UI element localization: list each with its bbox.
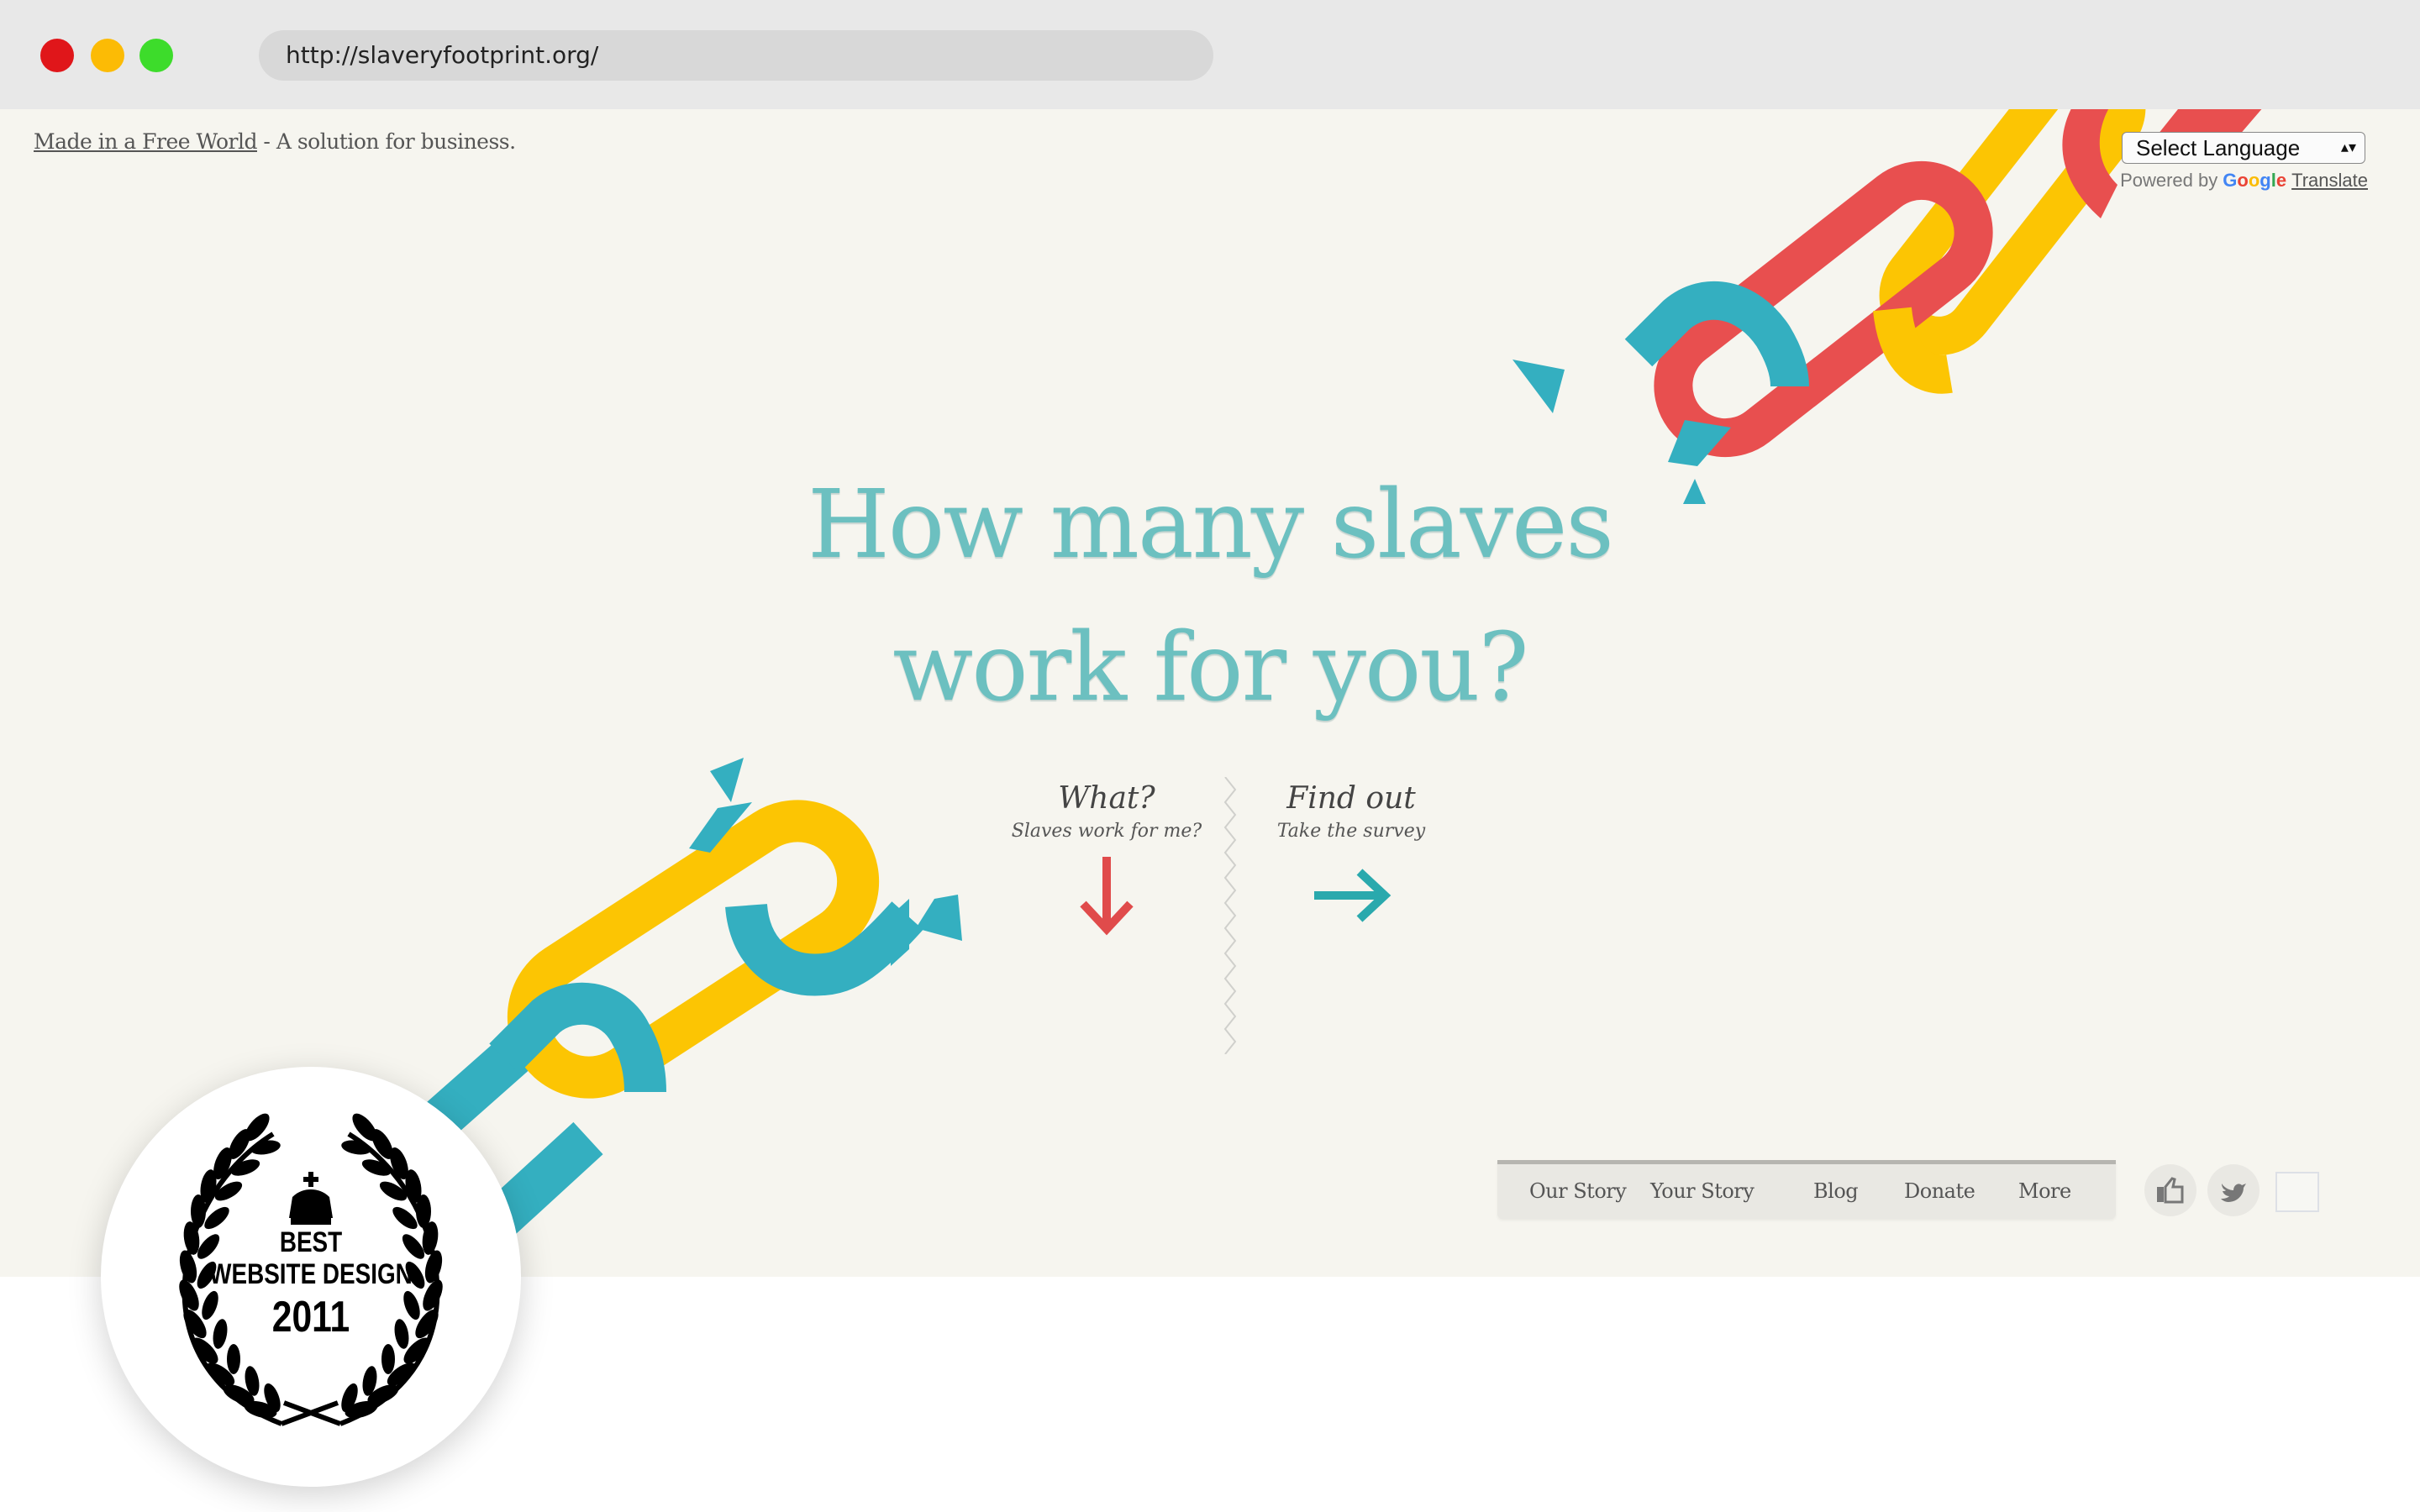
- find-out-subtitle: Take the survey: [1276, 821, 1426, 842]
- chain-shard-6: [916, 895, 962, 941]
- twitter-bird-icon: [2221, 1184, 2246, 1202]
- award-badge: BEST WEBSITE DESIGN 2011: [101, 1067, 521, 1487]
- chain-shard-1: [1512, 360, 1565, 413]
- share-count-box: [2275, 1172, 2319, 1212]
- arrow-down-icon[interactable]: [1073, 853, 1140, 937]
- translate-link[interactable]: Translate: [2291, 170, 2368, 191]
- made-in-free-world-link[interactable]: Made in a Free World: [34, 129, 257, 154]
- headline-line-1: How many slaves: [808, 470, 1614, 580]
- badge-line-2: WEBSITE DESIGN: [209, 1258, 413, 1290]
- find-out-title: Find out: [1286, 781, 1416, 816]
- nav-blog[interactable]: Blog: [1813, 1164, 1859, 1218]
- badge-line-1: BEST: [279, 1226, 343, 1258]
- address-bar[interactable]: http://slaveryfootprint.org/: [259, 30, 1213, 81]
- nav-donate[interactable]: Donate: [1904, 1164, 1975, 1218]
- find-out-cta[interactable]: Find out Take the survey: [1225, 781, 1477, 937]
- tagline-text: - A solution for business.: [256, 129, 516, 154]
- language-select-label: Select Language: [2136, 135, 2301, 160]
- what-subtitle: Slaves work for me?: [1011, 821, 1202, 842]
- google-logo: Google: [2223, 170, 2287, 191]
- nav-more[interactable]: More: [2018, 1164, 2071, 1218]
- tagline: Made in a Free World - A solution for bu…: [34, 129, 516, 154]
- chain-shard-5: [710, 758, 744, 802]
- language-select[interactable]: Select Language ▴▾: [2122, 132, 2365, 164]
- chain-top-right: [1512, 109, 2262, 504]
- url-text: http://slaveryfootprint.org/: [286, 41, 599, 69]
- minimize-window-button[interactable]: [91, 39, 124, 72]
- nav-your-story[interactable]: Your Story: [1650, 1164, 1754, 1218]
- headline-line-2: work for you?: [892, 613, 1528, 722]
- twitter-button[interactable]: [2207, 1164, 2260, 1216]
- crown-icon: [289, 1172, 333, 1225]
- what-title: What?: [1058, 781, 1155, 816]
- browser-chrome: http://slaveryfootprint.org/: [0, 0, 2420, 109]
- close-window-button[interactable]: [40, 39, 74, 72]
- like-button[interactable]: [2144, 1164, 2196, 1216]
- thumbs-up-icon: [2157, 1177, 2184, 1204]
- nav-our-story[interactable]: Our Story: [1529, 1164, 1627, 1218]
- powered-by-google-translate: Powered by Google Translate: [2120, 170, 2368, 192]
- badge-year: 2011: [271, 1293, 350, 1341]
- select-arrows-icon: ▴▾: [2340, 139, 2356, 156]
- powered-by-text: Powered by: [2120, 170, 2218, 191]
- arrow-right-icon[interactable]: [1309, 853, 1393, 937]
- maximize-window-button[interactable]: [139, 39, 173, 72]
- footer-nav: Our Story Your Story Blog Donate More: [1497, 1160, 2116, 1219]
- what-cta[interactable]: What? Slaves work for me?: [981, 781, 1233, 937]
